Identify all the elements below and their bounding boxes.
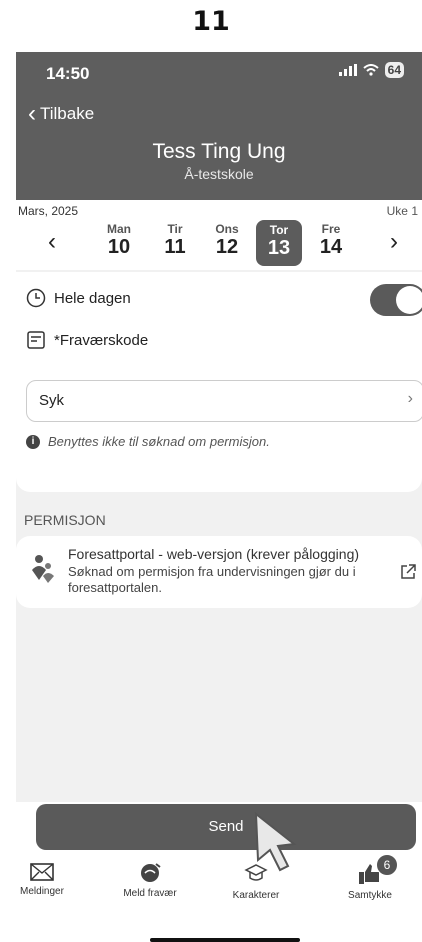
app-header: 14:50 64 ‹ Tilbake Tess Ting Ung Å-tests… <box>16 52 422 200</box>
absence-code-label: *Fraværskode <box>54 332 149 349</box>
info-icon: i <box>26 434 40 449</box>
student-name: Tess Ting Ung <box>152 140 286 163</box>
tab-label: Samtykke <box>348 890 392 901</box>
absence-form-card: Hele dagen *Fraværskode Syk › i Benyttes… <box>16 272 422 492</box>
clock-icon <box>26 288 46 308</box>
tab-grades[interactable]: Karakterer <box>206 862 306 901</box>
absence-code-select[interactable]: Syk › <box>26 380 422 422</box>
day-name: Ons <box>215 222 239 236</box>
parent-portal-link[interactable]: Foresattportal - web-versjon (krever pål… <box>16 536 422 608</box>
tab-label: Meldinger <box>20 886 64 897</box>
info-note: i Benyttes ikke til søknad om permisjon. <box>26 434 270 449</box>
chevron-right-icon: › <box>407 390 413 407</box>
next-week-button[interactable]: › <box>390 228 398 256</box>
back-button[interactable]: ‹ Tilbake <box>28 100 95 127</box>
all-day-label: Hele dagen <box>54 290 131 307</box>
day-date: 11 <box>164 236 186 258</box>
tab-bar: Meldinger Meld fravær Karakterer 6 Samty… <box>16 854 422 922</box>
step-number: 11 <box>192 6 230 37</box>
external-link-icon <box>401 564 416 579</box>
consent-badge: 6 <box>376 854 398 876</box>
wifi-icon <box>362 64 379 76</box>
day-wed[interactable]: Ons 12 <box>204 222 250 259</box>
absence-code-value: Syk <box>39 392 65 409</box>
tab-messages[interactable]: Meldinger <box>0 862 92 897</box>
school-name: Å-testskole <box>184 166 254 182</box>
portal-link-description: Søknad om permisjon fra undervisningen g… <box>68 564 356 595</box>
prev-week-button[interactable]: ‹ <box>48 228 56 256</box>
battery-icon: 64 <box>384 62 404 78</box>
month-label: Mars, 2025 <box>18 204 79 218</box>
envelope-icon <box>30 863 54 881</box>
week-strip: Mars, 2025 Uke 1 ‹ Man 10 Tir 11 Ons 12 … <box>16 200 422 270</box>
tab-label: Meld fravær <box>123 888 177 899</box>
home-indicator <box>150 938 300 942</box>
portal-link-title: Foresattportal - web-versjon (krever pål… <box>68 546 360 562</box>
chevron-left-icon: ‹ <box>28 100 36 127</box>
back-label: Tilbake <box>40 104 95 123</box>
info-text: Benyttes ikke til søknad om permisjon. <box>48 434 270 449</box>
week-label: Uke 1 <box>386 204 418 218</box>
status-time: 14:50 <box>46 64 90 83</box>
day-date: 13 <box>267 237 291 259</box>
permission-section-title: PERMISJON <box>24 512 106 528</box>
graduation-cap-icon <box>244 864 268 881</box>
day-thu-selected[interactable]: Tor 13 <box>256 220 302 266</box>
day-fri[interactable]: Fre 14 <box>308 222 354 259</box>
day-tue[interactable]: Tir 11 <box>152 222 198 259</box>
tab-report-absence[interactable]: Meld fravær <box>100 862 200 899</box>
signal-icon <box>338 64 357 76</box>
day-name: Fre <box>321 222 341 236</box>
day-name: Man <box>107 222 131 236</box>
day-date: 10 <box>107 236 131 258</box>
day-date: 12 <box>215 236 239 258</box>
day-mon[interactable]: Man 10 <box>96 222 142 259</box>
day-name: Tir <box>167 222 183 236</box>
tab-consent[interactable]: 6 Samtykke <box>320 854 420 901</box>
day-date: 14 <box>319 236 343 258</box>
tab-label: Karakterer <box>232 890 280 901</box>
status-icons: 64 <box>338 62 404 78</box>
day-name: Tor <box>269 223 289 237</box>
report-absence-icon <box>141 863 161 882</box>
family-icon <box>32 555 54 583</box>
all-day-toggle[interactable] <box>370 284 422 316</box>
send-button[interactable]: Send <box>36 804 416 850</box>
note-icon <box>27 331 45 349</box>
